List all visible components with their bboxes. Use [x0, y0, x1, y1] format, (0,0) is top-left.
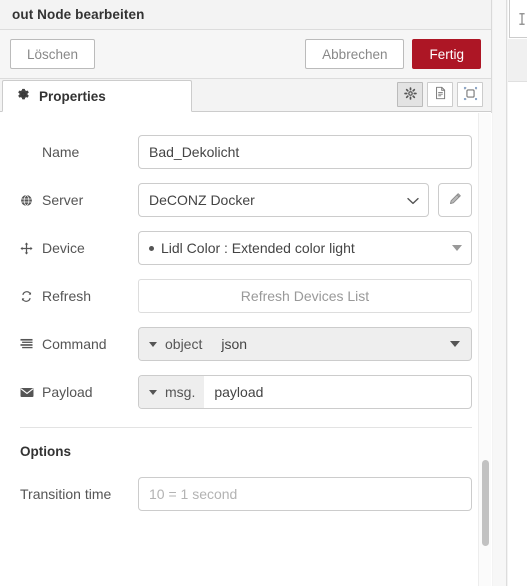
label-transition-time: Transition time: [20, 487, 138, 501]
dialog-title: out Node bearbeiten: [12, 7, 145, 22]
cancel-button[interactable]: Abbrechen: [305, 39, 405, 69]
label-transition-time-text: Transition time: [20, 486, 112, 502]
label-refresh: Refresh: [20, 289, 138, 303]
name-input[interactable]: [138, 135, 472, 169]
label-device: Device: [20, 241, 138, 255]
node-edit-dialog: out Node bearbeiten Löschen Abbrechen Fe…: [0, 0, 492, 586]
refresh-icon: [20, 290, 37, 303]
right-pane-body: [508, 0, 527, 586]
row-server: Server DeCONZ Docker: [20, 183, 472, 217]
screen-root: out Node bearbeiten Löschen Abbrechen Fe…: [0, 0, 527, 586]
row-device: Device Lidl Color : Extended color light: [20, 231, 472, 265]
payload-type-label: msg.: [165, 384, 196, 400]
partial-tab-icon: [519, 12, 525, 25]
dialog-scrollbar-thumb[interactable]: [482, 460, 489, 546]
options-heading: Options: [20, 444, 71, 459]
label-device-text: Device: [42, 240, 85, 256]
device-status-dot-icon: [149, 245, 154, 251]
label-refresh-text: Refresh: [42, 288, 92, 304]
tab-properties-label: Properties: [39, 88, 106, 104]
command-type-label: object: [165, 336, 203, 352]
command-type-selector[interactable]: object: [139, 328, 212, 360]
label-name-text: Name: [42, 144, 80, 160]
row-payload: Payload msg. payload: [20, 375, 472, 409]
dialog-tab-bar: Properties: [0, 79, 491, 112]
refresh-devices-list-button[interactable]: Refresh Devices List: [138, 279, 472, 313]
dialog-primary-buttons: Abbrechen Fertig: [305, 39, 481, 69]
background-right-pane: [493, 0, 527, 586]
tab-icon-description-document[interactable]: [427, 82, 453, 107]
label-name: Name: [20, 145, 138, 159]
right-pane-toolbar-strip: [508, 39, 527, 82]
properties-form: Name Bad_Dekolicht Server DeCONZ Docker …: [0, 113, 492, 586]
tab-icon-properties-gear[interactable]: [397, 82, 423, 107]
label-server-text: Server: [42, 192, 84, 208]
delete-button[interactable]: Löschen: [10, 39, 96, 69]
tab-icon-appearance-node[interactable]: [457, 82, 483, 107]
transition-time-input[interactable]: [138, 477, 472, 511]
done-button[interactable]: Fertig: [412, 39, 481, 69]
command-value[interactable]: json: [211, 328, 471, 360]
caret-down-icon: [149, 389, 157, 395]
command-typed-input[interactable]: object json: [138, 327, 472, 361]
right-pane-tab[interactable]: [509, 0, 527, 38]
server-select-value: DeCONZ Docker: [149, 192, 255, 208]
payload-typed-input[interactable]: msg. payload: [138, 375, 472, 409]
server-select[interactable]: DeCONZ Docker: [138, 183, 429, 217]
edit-server-button[interactable]: [438, 183, 472, 217]
arrows-move-icon: [20, 241, 37, 255]
dialog-button-bar: Löschen Abbrechen Fertig: [0, 30, 491, 79]
description-document-icon: [434, 86, 447, 103]
label-command-text: Command: [42, 336, 107, 352]
list-lines-icon: [20, 338, 37, 350]
label-server: Server: [20, 193, 138, 207]
server-select-wrap: DeCONZ Docker: [138, 183, 429, 217]
row-command: Command object json: [20, 327, 472, 361]
dialog-scrollbar-track[interactable]: [478, 113, 491, 586]
dialog-tab-icon-group: [393, 82, 483, 107]
device-select[interactable]: Lidl Color : Extended color light: [138, 231, 472, 265]
payload-value[interactable]: payload: [204, 376, 471, 408]
row-name: Name: [20, 135, 472, 169]
dialog-title-bar: out Node bearbeiten: [0, 0, 491, 30]
section-divider: [20, 427, 472, 428]
appearance-node-icon: [463, 86, 478, 104]
pencil-icon: [448, 192, 462, 209]
gear-icon: [403, 86, 417, 103]
row-transition-time: Transition time: [20, 477, 472, 511]
envelope-icon: [20, 387, 37, 398]
gear-icon: [17, 88, 30, 104]
device-select-value: Lidl Color : Extended color light: [161, 240, 355, 256]
label-command: Command: [20, 337, 138, 351]
caret-down-icon: [149, 341, 157, 347]
globe-icon: [20, 194, 37, 207]
right-pane-gutter: [493, 0, 507, 586]
label-payload: Payload: [20, 385, 138, 399]
payload-type-selector[interactable]: msg.: [139, 376, 205, 408]
row-refresh: Refresh Refresh Devices List: [20, 279, 472, 313]
device-select-wrap: Lidl Color : Extended color light: [138, 231, 472, 265]
label-payload-text: Payload: [42, 384, 93, 400]
tab-properties[interactable]: Properties: [2, 80, 192, 112]
